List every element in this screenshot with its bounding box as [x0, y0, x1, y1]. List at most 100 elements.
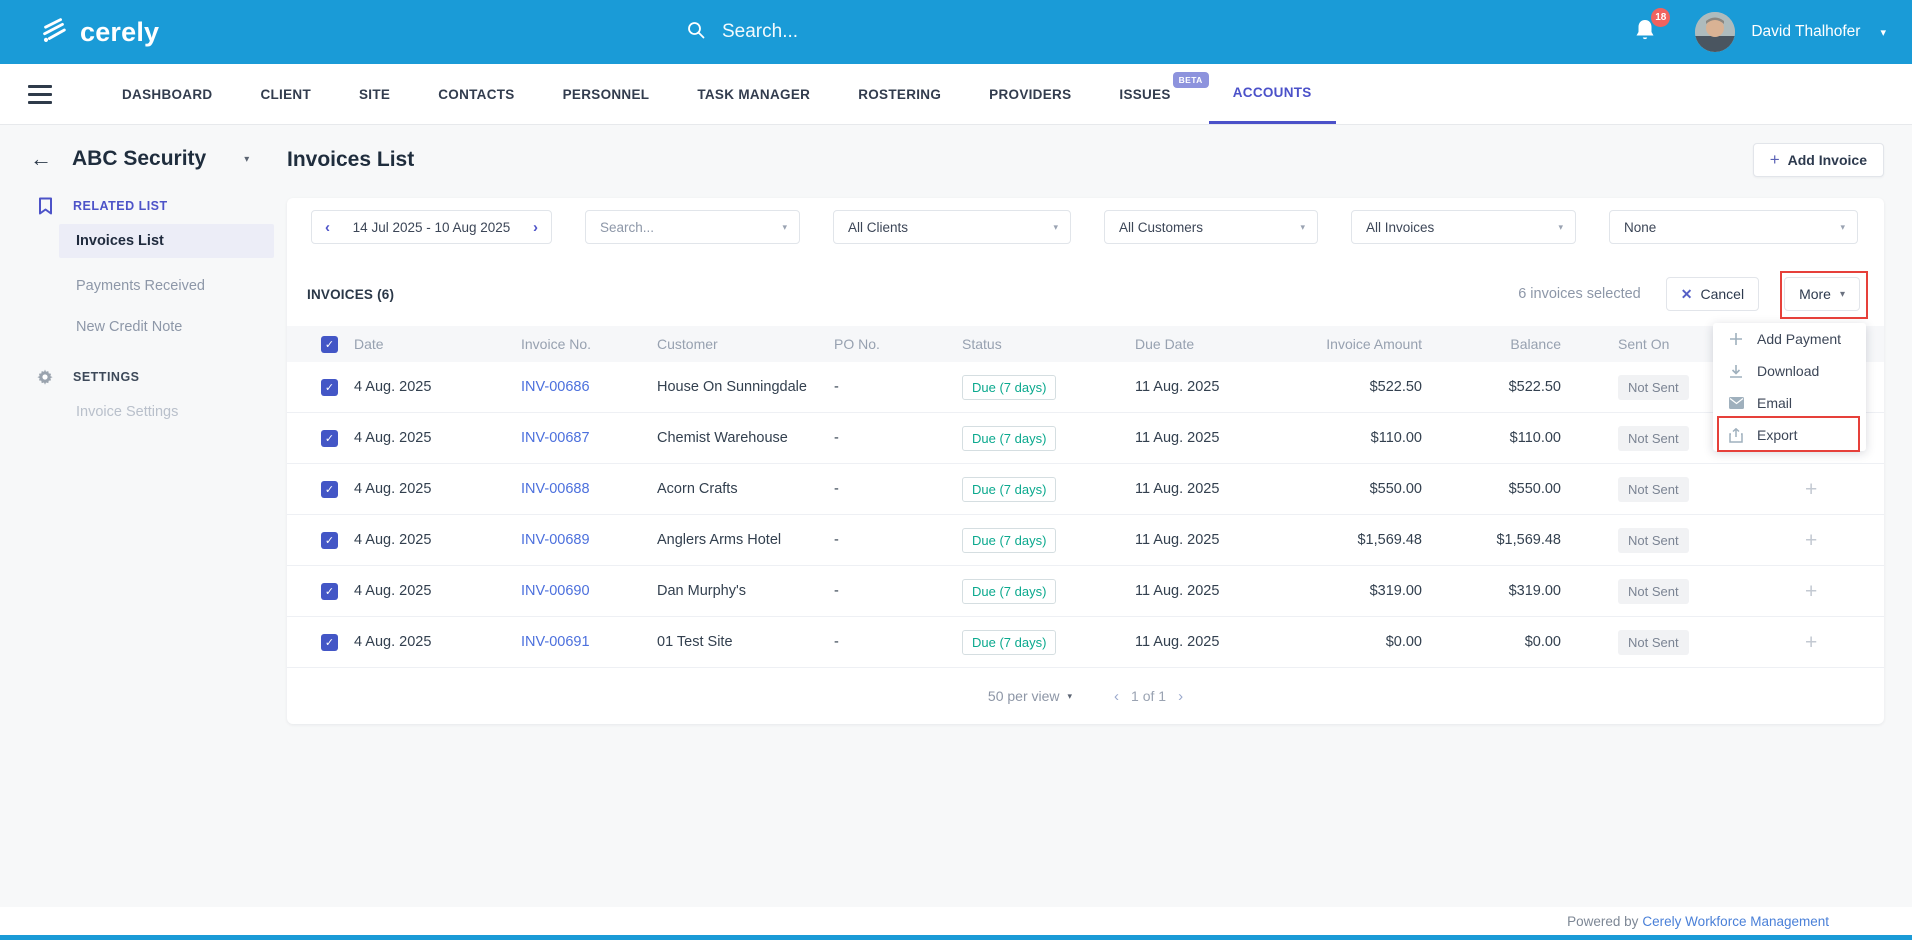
- search-input[interactable]: [722, 21, 982, 43]
- cell-invoice-amount: $110.00: [1287, 430, 1422, 446]
- nav-item-dashboard[interactable]: DASHBOARD: [98, 64, 236, 124]
- clients-filter-dropdown[interactable]: All Clients ▾: [833, 210, 1071, 244]
- nav-item-rostering[interactable]: ROSTERING: [834, 64, 965, 124]
- download-icon: [1728, 364, 1744, 378]
- date-next-icon[interactable]: ›: [533, 219, 538, 236]
- tags-filter-dropdown[interactable]: None ▾: [1609, 210, 1858, 244]
- invoice-number-link[interactable]: INV-00687: [521, 430, 590, 446]
- prev-page-icon[interactable]: ‹: [1114, 688, 1119, 705]
- sidebar-item-payments-received[interactable]: Payments Received: [59, 273, 274, 299]
- cell-date: 4 Aug. 2025: [354, 379, 521, 395]
- row-checkbox[interactable]: ✓: [321, 430, 338, 447]
- row-checkbox[interactable]: ✓: [321, 379, 338, 396]
- menu-item-export[interactable]: Export: [1713, 419, 1866, 451]
- row-checkbox[interactable]: ✓: [321, 583, 338, 600]
- date-range-picker[interactable]: ‹ 14 Jul 2025 - 10 Aug 2025 ›: [311, 210, 552, 244]
- nav-item-accounts[interactable]: ACCOUNTS: [1209, 64, 1336, 124]
- user-name[interactable]: David Thalhofer: [1751, 23, 1860, 41]
- menu-item-add-payment[interactable]: Add Payment: [1713, 323, 1866, 355]
- notification-count-badge: 18: [1651, 8, 1670, 27]
- invoices-section-title: INVOICES (6): [307, 287, 394, 302]
- export-icon: [1728, 428, 1744, 443]
- main-content: Invoices List + Add Invoice ‹ 14 Jul 202…: [287, 125, 1912, 907]
- select-all-checkbox[interactable]: ✓: [321, 336, 338, 353]
- table-row: ✓ 4 Aug. 2025 INV-00687 Chemist Warehous…: [287, 413, 1884, 464]
- row-checkbox[interactable]: ✓: [321, 532, 338, 549]
- sidebar-item-invoices-list[interactable]: Invoices List: [59, 224, 274, 258]
- nav-item-personnel[interactable]: PERSONNEL: [539, 64, 674, 124]
- row-checkbox[interactable]: ✓: [321, 634, 338, 651]
- row-add-icon[interactable]: +: [1805, 529, 1817, 552]
- column-header-due-date[interactable]: Due Date: [1135, 336, 1287, 352]
- settings-section: SETTINGS: [0, 367, 287, 387]
- more-actions-button[interactable]: More ▾: [1784, 277, 1860, 311]
- brand-name: cerely: [80, 17, 159, 48]
- invoice-number-link[interactable]: INV-00688: [521, 481, 590, 497]
- cell-due-date: 11 Aug. 2025: [1135, 532, 1287, 548]
- table-body: ✓ 4 Aug. 2025 INV-00686 House On Sunning…: [287, 362, 1884, 668]
- user-menu-caret-icon[interactable]: ▾: [1880, 26, 1886, 39]
- nav-item-issues[interactable]: ISSUES BETA: [1095, 64, 1194, 124]
- cell-balance: $550.00: [1422, 481, 1561, 497]
- menu-item-download[interactable]: Download: [1713, 355, 1866, 387]
- column-header-po-no[interactable]: PO No.: [834, 336, 962, 352]
- add-invoice-button[interactable]: + Add Invoice: [1753, 143, 1884, 177]
- sidebar-item-invoice-settings[interactable]: Invoice Settings: [59, 399, 274, 425]
- close-icon: ✕: [1681, 286, 1693, 303]
- nav-item-contacts[interactable]: CONTACTS: [414, 64, 538, 124]
- chevron-down-icon: ▾: [1558, 222, 1563, 233]
- cell-balance: $319.00: [1422, 583, 1561, 599]
- invoice-number-link[interactable]: INV-00686: [521, 379, 590, 395]
- cancel-selection-button[interactable]: ✕ Cancel: [1666, 277, 1759, 311]
- status-badge: Due (7 days): [962, 477, 1056, 502]
- entity-caret-icon[interactable]: ▾: [244, 154, 249, 165]
- nav-item-providers[interactable]: PROVIDERS: [965, 64, 1095, 124]
- customers-filter-dropdown[interactable]: All Customers ▾: [1104, 210, 1318, 244]
- chevron-down-icon: ▾: [1840, 289, 1845, 300]
- entity-name[interactable]: ABC Security: [72, 147, 206, 171]
- user-avatar[interactable]: [1695, 12, 1735, 52]
- invoices-filter-dropdown[interactable]: All Invoices ▾: [1351, 210, 1576, 244]
- column-header-balance[interactable]: Balance: [1422, 336, 1561, 352]
- next-page-icon[interactable]: ›: [1178, 688, 1183, 705]
- date-prev-icon[interactable]: ‹: [325, 219, 330, 236]
- global-search[interactable]: [686, 0, 982, 64]
- date-range-value: 14 Jul 2025 - 10 Aug 2025: [353, 220, 511, 235]
- page-indicator: 1 of 1: [1131, 688, 1166, 704]
- sent-on-badge: Not Sent: [1618, 630, 1689, 655]
- cell-due-date: 11 Aug. 2025: [1135, 430, 1287, 446]
- brand-logo[interactable]: cerely: [38, 14, 159, 51]
- cell-balance: $1,569.48: [1422, 532, 1561, 548]
- notifications-button[interactable]: 18: [1633, 17, 1657, 48]
- invoice-number-link[interactable]: INV-00690: [521, 583, 590, 599]
- column-header-invoice-amount[interactable]: Invoice Amount: [1287, 336, 1422, 352]
- search-filter-dropdown[interactable]: Search... ▾: [585, 210, 800, 244]
- nav-item-client[interactable]: CLIENT: [236, 64, 335, 124]
- column-header-date[interactable]: Date: [354, 336, 521, 352]
- cell-invoice-amount: $522.50: [1287, 379, 1422, 395]
- column-header-customer[interactable]: Customer: [657, 336, 834, 352]
- column-header-invoice-no[interactable]: Invoice No.: [521, 336, 657, 352]
- row-add-icon[interactable]: +: [1805, 631, 1817, 654]
- row-add-icon[interactable]: +: [1805, 478, 1817, 501]
- status-badge: Due (7 days): [962, 426, 1056, 451]
- cell-date: 4 Aug. 2025: [354, 430, 521, 446]
- sidebar-item-new-credit-note[interactable]: New Credit Note: [59, 314, 274, 340]
- menu-item-email[interactable]: Email: [1713, 387, 1866, 419]
- status-badge: Due (7 days): [962, 579, 1056, 604]
- cell-customer: Acorn Crafts: [657, 481, 834, 497]
- back-arrow-icon[interactable]: ←: [30, 148, 52, 170]
- cerely-link[interactable]: Cerely Workforce Management: [1642, 914, 1829, 929]
- row-add-icon[interactable]: +: [1805, 580, 1817, 603]
- invoice-number-link[interactable]: INV-00691: [521, 634, 590, 650]
- per-view-dropdown[interactable]: 50 per view ▾: [988, 688, 1072, 704]
- status-badge: Due (7 days): [962, 528, 1056, 553]
- hamburger-menu-icon[interactable]: [28, 64, 52, 124]
- sent-on-badge: Not Sent: [1618, 477, 1689, 502]
- invoice-number-link[interactable]: INV-00689: [521, 532, 590, 548]
- column-header-status[interactable]: Status: [962, 336, 1135, 352]
- nav-item-site[interactable]: SITE: [335, 64, 414, 124]
- nav-item-task-manager[interactable]: TASK MANAGER: [673, 64, 834, 124]
- row-checkbox[interactable]: ✓: [321, 481, 338, 498]
- cell-invoice-amount: $319.00: [1287, 583, 1422, 599]
